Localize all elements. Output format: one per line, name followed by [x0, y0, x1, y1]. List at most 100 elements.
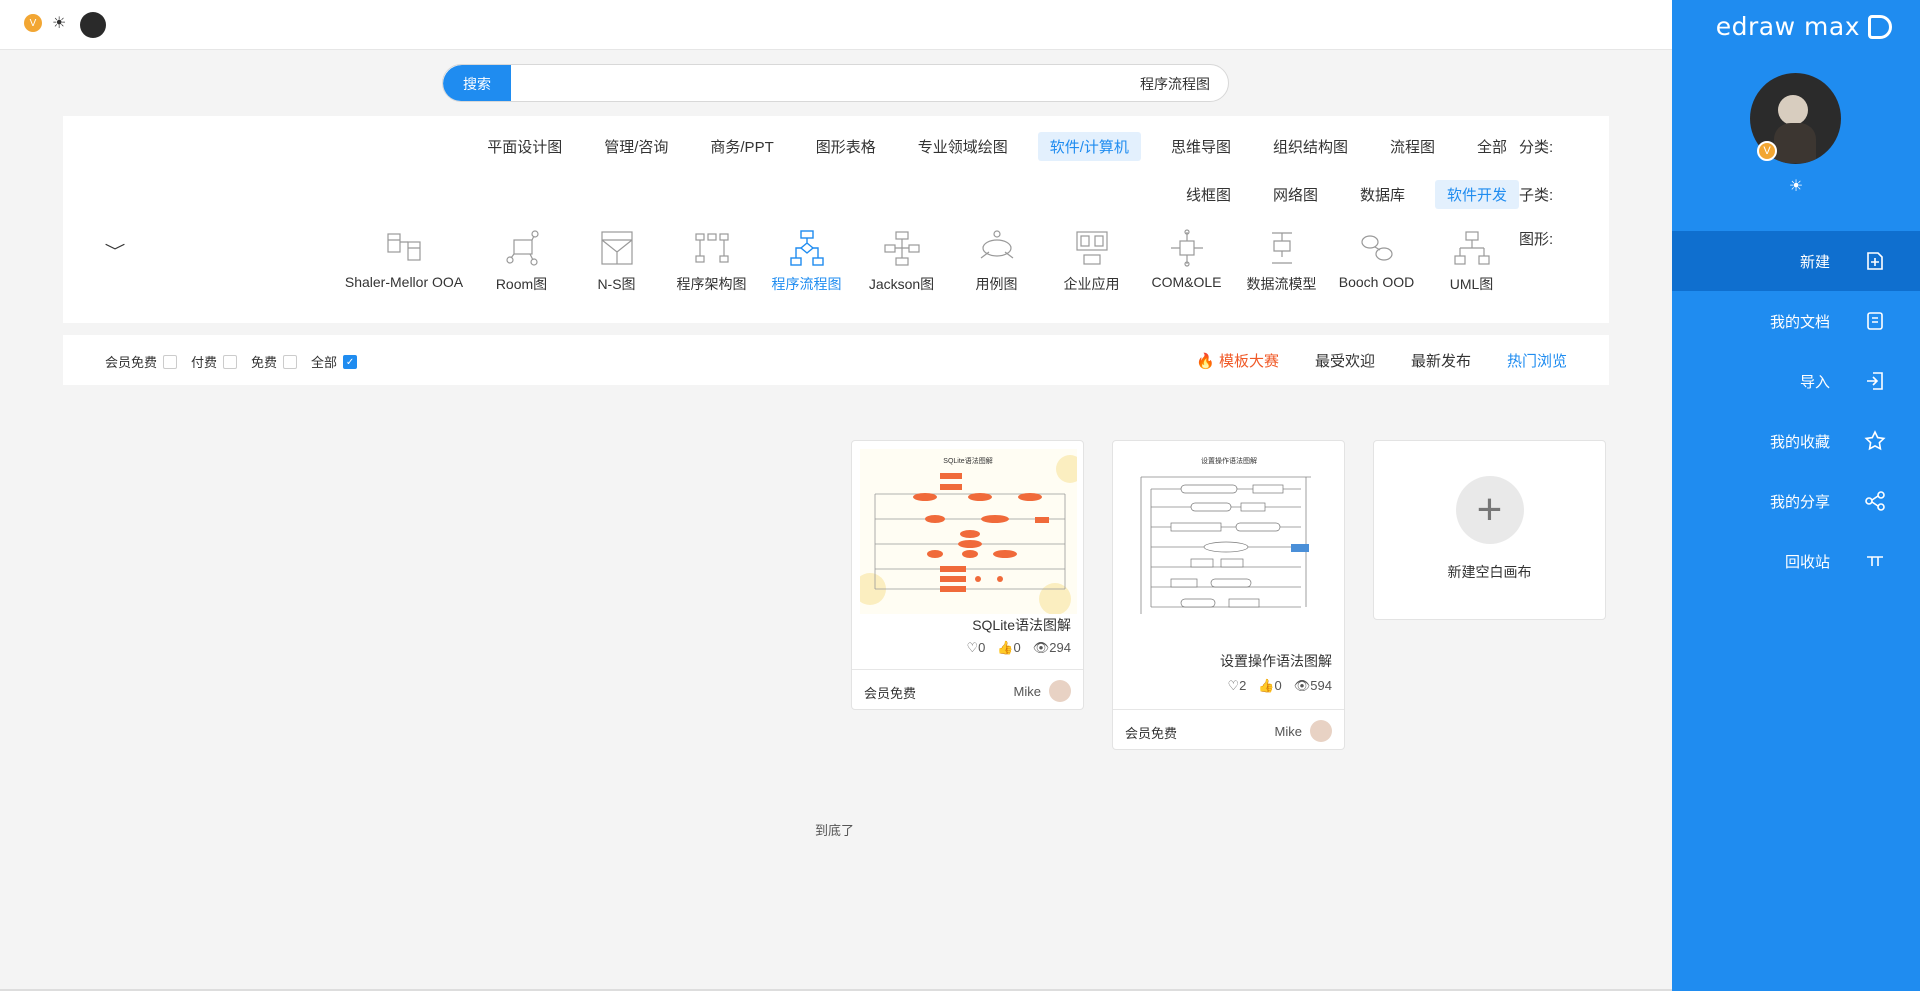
shape-booch-ood[interactable]: Booch OOD	[1329, 228, 1424, 290]
document-icon	[1864, 310, 1886, 332]
sidebar: edraw max V ☀ 新建 我的文档 导入 我的收藏 我的分享 回收站	[1672, 0, 1920, 991]
search-button[interactable]: 搜索	[443, 65, 511, 101]
subcategory-item[interactable]: 数据库	[1348, 180, 1417, 209]
expand-chevron-down-icon[interactable]: ﹀	[105, 238, 126, 262]
sidebar-item-new[interactable]: 新建	[1672, 231, 1920, 291]
favorites-count[interactable]: ♡0	[966, 640, 985, 656]
brand[interactable]: edraw max	[1716, 12, 1892, 41]
template-thumbnail: 设置操作语法图解	[1121, 449, 1338, 614]
template-thumbnail: SQLite语法图解	[860, 449, 1077, 614]
price-filter: ✓ 全部 免费 付费 会员免费	[105, 352, 358, 371]
shape-shaler-mellor[interactable]: Shaler-Mellor OOA	[334, 228, 474, 290]
shape-name: Shaler-Mellor OOA	[344, 274, 464, 290]
uml-diagram-icon	[1453, 231, 1490, 265]
sort-tab-popular[interactable]: 最受欢迎	[1315, 350, 1375, 371]
sidebar-item-label: 我的收藏	[1769, 433, 1830, 451]
author-avatar	[1049, 680, 1071, 702]
shape-room[interactable]: Room图	[474, 228, 569, 294]
template-author[interactable]: Mike	[1275, 720, 1332, 742]
theme-toggle-icon[interactable]: ☀	[1672, 176, 1920, 196]
search-bar: 搜索	[442, 64, 1229, 102]
subcategory-item[interactable]: 网络图	[1261, 180, 1330, 209]
likes-count[interactable]: 👍0	[1258, 678, 1281, 694]
price-member-free-checkbox[interactable]: 会员免费	[105, 352, 178, 371]
sidebar-item-label: 新建	[1799, 253, 1830, 271]
sidebar-item-trash[interactable]: 回收站	[1672, 531, 1920, 591]
search-input[interactable]	[528, 65, 1228, 101]
sidebar-item-favorites[interactable]: 我的收藏	[1672, 411, 1920, 471]
sidebar-item-label: 回收站	[1784, 553, 1830, 571]
vip-badge-icon[interactable]: V	[24, 14, 42, 32]
price-label: 会员免费	[1125, 726, 1178, 741]
template-title[interactable]: 设置操作语法图解	[1220, 651, 1332, 671]
template-author[interactable]: Mike	[1014, 680, 1071, 702]
author-name: Mike	[1013, 683, 1041, 699]
price-free-checkbox[interactable]: 免费	[251, 352, 298, 371]
shape-program-flowchart-selected[interactable]: 程序流程图	[759, 228, 854, 294]
program-architecture-icon	[694, 233, 729, 263]
price-option-label: 全部	[311, 355, 338, 370]
sort-tab-newest[interactable]: 最新发布	[1411, 350, 1471, 371]
shape-name: 企业应用	[1063, 276, 1120, 292]
shape-name: 程序流程图	[771, 276, 842, 292]
use-case-icon	[980, 230, 1013, 259]
views-count: 👁294	[1032, 640, 1071, 655]
thumbs-up-icon: 👍	[997, 640, 1014, 655]
sidebar-item-label: 我的文档	[1769, 313, 1830, 331]
category-item[interactable]: 专业领域绘图	[906, 132, 1020, 161]
views-count: 👁594	[1293, 678, 1332, 693]
sidebar-item-my-documents[interactable]: 我的文档	[1672, 291, 1920, 351]
subcategory-row: 子类: 软件开发 数据库 网络图 线框图	[1156, 180, 1609, 209]
likes-count[interactable]: 👍0	[997, 640, 1020, 656]
com-ole-icon	[1170, 229, 1203, 267]
category-item[interactable]: 商务/PPT	[698, 132, 785, 161]
shape-name: N-S图	[597, 276, 636, 292]
booch-cloud-icon	[1360, 235, 1393, 261]
star-icon	[1864, 430, 1886, 452]
shape-program-architecture[interactable]: 程序架构图	[664, 228, 759, 294]
data-flow-icon	[1271, 232, 1292, 264]
eye-icon: 👁	[1032, 640, 1050, 655]
template-title[interactable]: SQLite语法图解	[972, 615, 1071, 635]
category-item[interactable]: 管理/咨询	[592, 132, 680, 161]
sort-tab-contest[interactable]: 🔥 模板大赛	[1196, 350, 1279, 371]
category-item[interactable]: 平面设计图	[475, 132, 574, 161]
new-blank-canvas-label: 新建空白画布	[1447, 564, 1532, 580]
subcategory-item[interactable]: 线框图	[1174, 180, 1243, 209]
new-blank-canvas-card[interactable]: + 新建空白画布	[1373, 440, 1606, 620]
category-item[interactable]: 思维导图	[1159, 132, 1243, 161]
shape-enterprise-app[interactable]: 企业应用	[1044, 228, 1139, 294]
template-card[interactable]: SQLite语法图解 SQLite语法图解 👁294 👍0 ♡0 Mike 会员…	[851, 440, 1084, 710]
price-paid-checkbox[interactable]: 付费	[191, 352, 238, 371]
syntax-diagram-thumbnail: 设置操作语法图解	[1140, 456, 1311, 614]
shape-data-flow[interactable]: 数据流模型	[1234, 228, 1329, 294]
subcategory-item-selected[interactable]: 软件开发	[1434, 180, 1519, 209]
category-item[interactable]: 全部	[1465, 132, 1519, 161]
category-item-selected[interactable]: 软件/计算机	[1037, 132, 1141, 161]
sidebar-item-import[interactable]: 导入	[1672, 351, 1920, 411]
favorites-count[interactable]: ♡2	[1227, 678, 1246, 694]
shape-ns[interactable]: N-S图	[569, 228, 664, 294]
category-item[interactable]: 图形表格	[804, 132, 888, 161]
shape-name: 数据流模型	[1246, 276, 1317, 292]
sidebar-nav: 新建 我的文档 导入 我的收藏 我的分享 回收站	[1672, 231, 1920, 591]
enterprise-app-icon	[1075, 231, 1108, 265]
theme-toggle-icon[interactable]: ☀	[52, 13, 66, 33]
user-avatar[interactable]	[80, 12, 106, 38]
price-all-checkbox[interactable]: ✓ 全部	[311, 352, 358, 371]
category-row: 分类: 全部 流程图 组织结构图 思维导图 软件/计算机 专业领域绘图 图形表格…	[457, 132, 1609, 161]
sidebar-item-shares[interactable]: 我的分享	[1672, 471, 1920, 531]
shape-uml[interactable]: UML图	[1424, 228, 1519, 294]
price-option-label: 会员免费	[105, 355, 158, 370]
shape-use-case[interactable]: 用例图	[949, 228, 1044, 294]
avatar-body	[1774, 123, 1816, 163]
sort-bar: 热门浏览 最新发布 最受欢迎 🔥 模板大赛 ✓ 全部 免费 付费 会员免费	[63, 335, 1609, 385]
shape-name: COM&OLE	[1151, 274, 1222, 290]
sort-tab-hot[interactable]: 热门浏览	[1507, 350, 1567, 371]
category-item[interactable]: 流程图	[1378, 132, 1447, 161]
shape-jackson[interactable]: Jackson图	[854, 228, 949, 294]
template-card[interactable]: 设置操作语法图解 设置操作语法图解 👁594 👍0 ♡2 Mike 会员免费	[1112, 440, 1345, 750]
category-item[interactable]: 组织结构图	[1261, 132, 1360, 161]
shaler-mellor-icon	[387, 233, 421, 261]
shape-com-ole[interactable]: COM&OLE	[1139, 228, 1234, 290]
